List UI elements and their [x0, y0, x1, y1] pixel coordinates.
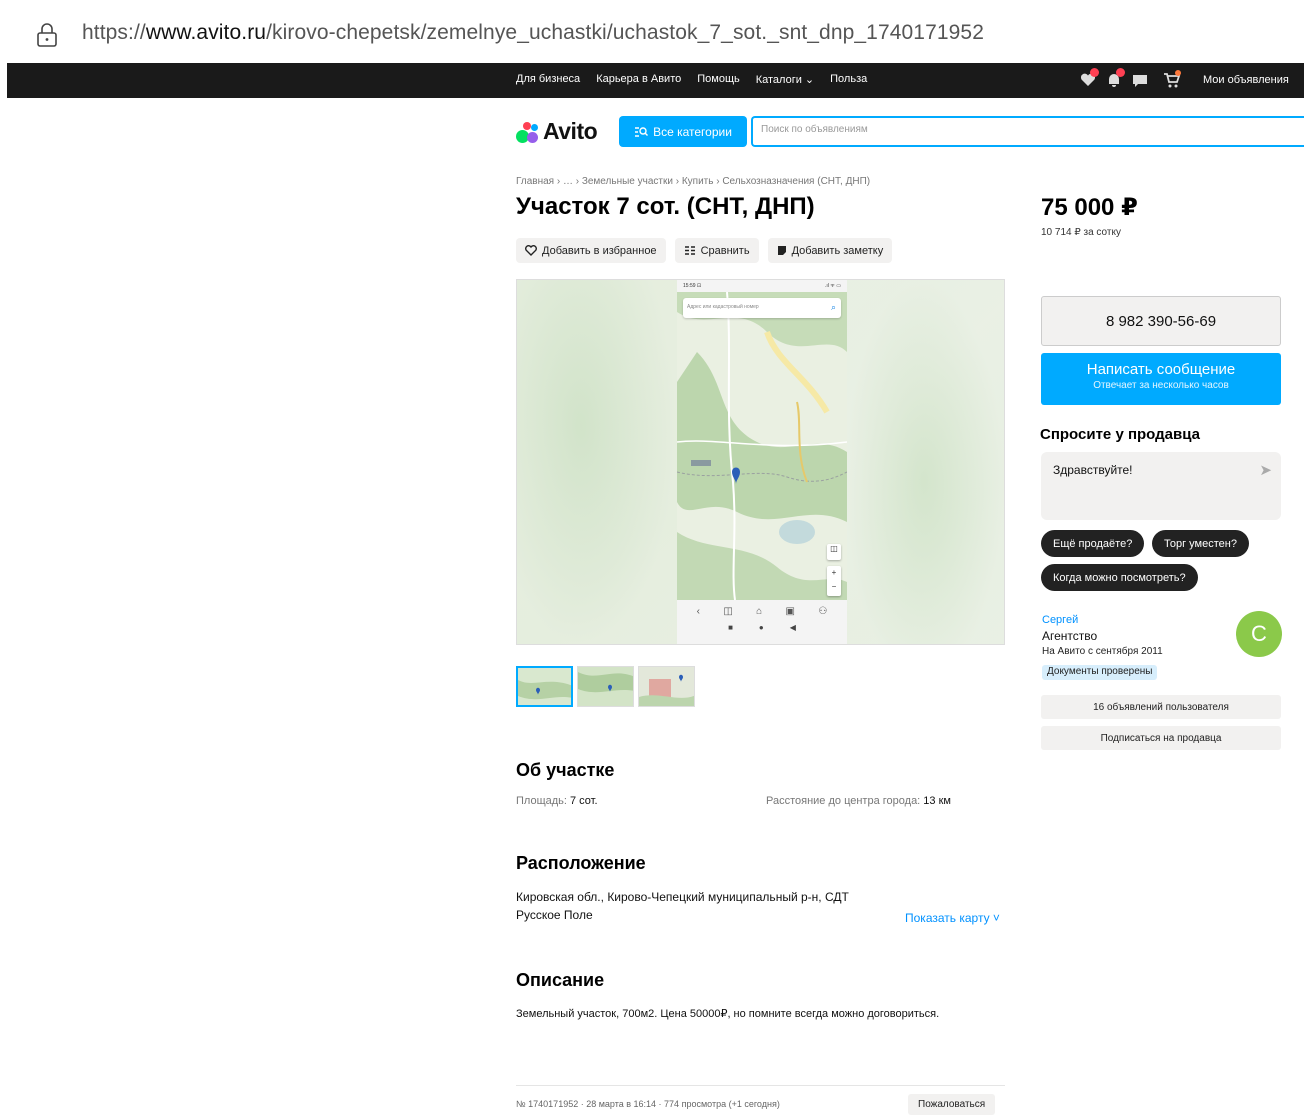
heart-icon [525, 245, 537, 256]
nav-link-business[interactable]: Для бизнеса [516, 73, 580, 86]
photo-thumbnail-3[interactable] [638, 666, 695, 707]
logo-dots-icon [516, 120, 540, 144]
photo-thumbnail-2[interactable] [577, 666, 634, 707]
notifications-icon[interactable] [1105, 68, 1125, 89]
nav-link-catalogs[interactable]: Каталоги ⌄ [756, 73, 814, 86]
chip-still-selling[interactable]: Ещё продаёте? [1041, 530, 1145, 557]
logo-text: Avito [543, 118, 598, 144]
search-menu-icon [635, 126, 649, 137]
browser-url-bar[interactable]: https://www.avito.ru/kirovo-chepetsk/zem… [0, 0, 1304, 64]
messages-icon[interactable] [1131, 71, 1149, 89]
seller-since: На Авито с сентября 2011 [1042, 646, 1163, 657]
price-per-unit: 10 714 ₽ за сотку [1041, 227, 1121, 238]
listing-meta: № 1740171952 · 28 марта в 16:14 · 774 пр… [516, 1099, 780, 1109]
show-phone-button[interactable]: 8 982 390-56-69 [1041, 296, 1281, 346]
nav-link-career[interactable]: Карьера в Авито [596, 73, 681, 86]
ask-seller-input[interactable]: Здравствуйте! ➤ [1041, 452, 1281, 520]
favorites-icon[interactable] [1079, 68, 1099, 89]
add-note-button[interactable]: Добавить заметку [767, 238, 893, 263]
divider [516, 1085, 1005, 1086]
lock-icon [37, 23, 57, 47]
price: 75 000 ₽ [1041, 194, 1138, 221]
chip-when-view[interactable]: Когда можно посмотреть? [1041, 564, 1198, 591]
photo-thumbnail-1[interactable] [516, 666, 573, 707]
note-icon [777, 246, 786, 255]
avatar[interactable]: С [1236, 611, 1282, 657]
show-map-link[interactable]: Показать карту ˅ [905, 911, 1000, 925]
ask-seller-title: Спросите у продавца [1040, 426, 1200, 443]
top-navigation: Для бизнеса Карьера в Авито Помощь Катал… [7, 63, 1304, 98]
add-to-favorites-button[interactable]: Добавить в избранное [516, 238, 666, 263]
write-message-button[interactable]: Написать сообщение Отвечает за несколько… [1041, 353, 1281, 405]
subscribe-button[interactable]: Подписаться на продавца [1041, 726, 1281, 750]
my-ads-link[interactable]: Мои объявления [1203, 74, 1289, 86]
send-icon[interactable]: ➤ [1259, 461, 1272, 479]
map-image: ◫ + − [677, 292, 847, 600]
url-text[interactable]: https://www.avito.ru/kirovo-chepetsk/zem… [82, 21, 984, 45]
all-categories-button[interactable]: Все категории [619, 116, 747, 147]
breadcrumb[interactable]: Главная › … › Земельные участки › Купить… [516, 176, 870, 187]
cart-icon[interactable] [1163, 70, 1181, 89]
area-param: Площадь: 7 сот. [516, 795, 598, 807]
main-photo[interactable]: 15:59 ⊡ .ıl ᯤ ▭ ◫ + − Адрес или кадастровы… [516, 279, 1005, 645]
seller-type: Агентство [1042, 629, 1098, 643]
search-input[interactable]: Поиск по объявлениям [751, 116, 1304, 147]
page-title: Участок 7 сот. (СНТ, ДНП) [516, 193, 815, 220]
user-ads-button[interactable]: 16 объявлений пользователя [1041, 695, 1281, 719]
nav-link-help[interactable]: Помощь [697, 73, 740, 86]
verified-badge: Документы проверены [1042, 665, 1158, 680]
description-title: Описание [516, 970, 605, 990]
phone-screenshot: 15:59 ⊡ .ıl ᯤ ▭ ◫ + − Адрес или кадастровы… [677, 280, 847, 644]
nav-link-benefit[interactable]: Польза [830, 73, 867, 86]
seller-name-link[interactable]: Сергей [1042, 614, 1078, 626]
chip-bargain[interactable]: Торг уместен? [1152, 530, 1249, 557]
location-title: Расположение [516, 853, 646, 873]
avito-logo[interactable]: Avito [516, 118, 598, 145]
map-search-field: Адрес или кадастровый номер ⌕ [683, 298, 841, 318]
compare-button[interactable]: Сравнить [674, 238, 759, 263]
address: Кировская обл., Кирово-Чепецкий муниципа… [516, 890, 849, 922]
about-title: Об участке [516, 760, 615, 780]
description-text: Земельный участок, 700м2. Цена 50000₽, н… [516, 1008, 940, 1020]
distance-param: Расстояние до центра города: 13 км [766, 795, 951, 807]
compare-icon [684, 246, 695, 255]
report-button[interactable]: Пожаловаться [908, 1094, 996, 1115]
